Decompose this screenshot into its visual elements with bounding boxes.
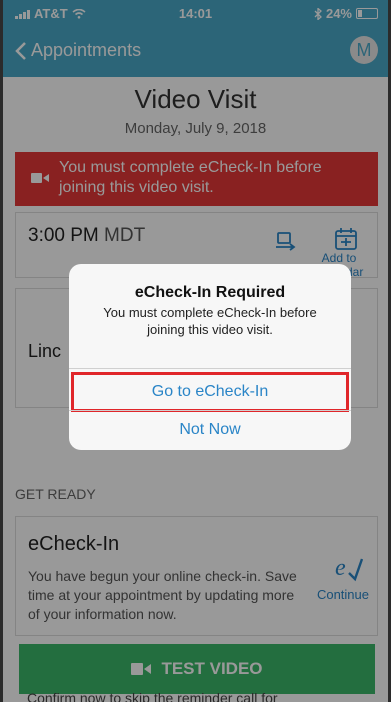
not-now-button[interactable]: Not Now (69, 410, 351, 450)
echeck-required-dialog: eCheck-In Required You must complete eCh… (69, 264, 351, 450)
phone-screen: AT&T 14:01 24% Appointments M Video Visi… (0, 0, 391, 702)
dialog-divider (69, 368, 351, 369)
dialog-title: eCheck-In Required (134, 284, 286, 301)
dialog-message: You must complete eCheck-In before joini… (103, 305, 317, 337)
go-to-echeck-button[interactable]: Go to eCheck-In (71, 372, 349, 412)
